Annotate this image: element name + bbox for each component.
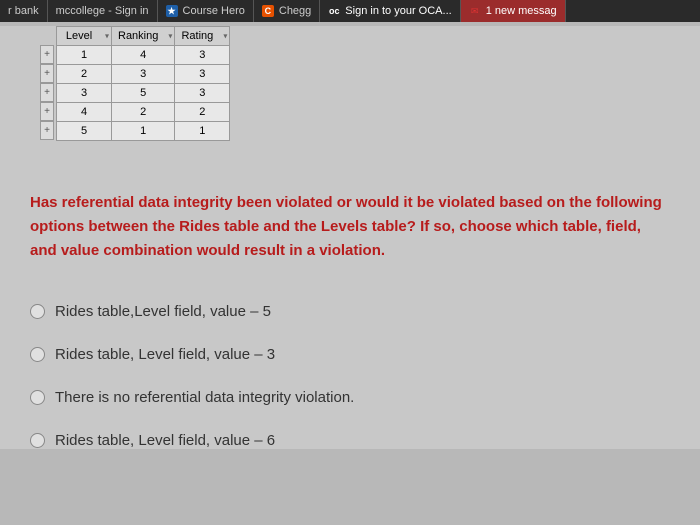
col-header-rating[interactable]: Rating ▾: [175, 27, 230, 46]
header-label: Ranking: [118, 30, 158, 42]
option-label: Rides table,Level field, value – 5: [55, 303, 271, 320]
tab-label: r bank: [8, 5, 39, 17]
cell-ranking: 4: [112, 46, 175, 65]
coursehero-icon: ★: [166, 5, 178, 17]
tab-label: Sign in to your OCA...: [345, 5, 451, 17]
tab-bank[interactable]: r bank: [0, 0, 48, 22]
header-label: Level: [66, 30, 92, 42]
option-label: Rides table, Level field, value – 6: [55, 432, 275, 449]
option-1[interactable]: Rides table,Level field, value – 5: [30, 303, 670, 320]
cell-rating: 2: [175, 103, 230, 122]
table-row: 2 3 3: [57, 65, 230, 84]
table-header-row: Level ▾ Ranking ▾ Rating ▾: [57, 27, 230, 46]
row-expand-column: + + + + +: [40, 26, 54, 141]
radio-icon[interactable]: [30, 347, 45, 362]
oca-icon: oc: [328, 5, 340, 17]
cell-level: 2: [57, 65, 112, 84]
cell-rating: 3: [175, 65, 230, 84]
radio-icon[interactable]: [30, 390, 45, 405]
col-header-ranking[interactable]: Ranking ▾: [112, 27, 175, 46]
dropdown-icon[interactable]: ▾: [168, 32, 172, 41]
page-content: + + + + + Level ▾ Ranking ▾ Rating ▾: [0, 26, 700, 449]
expand-icon[interactable]: +: [40, 102, 54, 121]
cell-rating: 3: [175, 84, 230, 103]
browser-tab-bar: r bank mccollege - Sign in ★ Course Hero…: [0, 0, 700, 22]
cell-ranking: 2: [112, 103, 175, 122]
expand-icon[interactable]: +: [40, 45, 54, 64]
cell-ranking: 3: [112, 65, 175, 84]
message-icon: ✉: [469, 5, 481, 17]
table-row: 4 2 2: [57, 103, 230, 122]
cell-level: 5: [57, 122, 112, 141]
tab-coursehero[interactable]: ★ Course Hero: [158, 0, 254, 22]
option-4[interactable]: Rides table, Level field, value – 6: [30, 432, 670, 449]
cell-level: 3: [57, 84, 112, 103]
cell-rating: 1: [175, 122, 230, 141]
cell-ranking: 5: [112, 84, 175, 103]
cell-rating: 3: [175, 46, 230, 65]
tab-label: mccollege - Sign in: [56, 5, 149, 17]
tab-oca[interactable]: oc Sign in to your OCA...: [320, 0, 460, 22]
tab-message[interactable]: ✉ 1 new messag: [461, 0, 566, 22]
expand-icon[interactable]: +: [40, 64, 54, 83]
tab-chegg[interactable]: C Chegg: [254, 0, 320, 22]
radio-icon[interactable]: [30, 304, 45, 319]
expand-icon[interactable]: +: [40, 121, 54, 140]
question-text: Has referential data integrity been viol…: [30, 191, 670, 263]
table-row: 5 1 1: [57, 122, 230, 141]
dropdown-icon[interactable]: ▾: [105, 32, 109, 41]
option-2[interactable]: Rides table, Level field, value – 3: [30, 346, 670, 363]
tab-label: Course Hero: [183, 5, 245, 17]
table-row: 1 4 3: [57, 46, 230, 65]
cell-level: 4: [57, 103, 112, 122]
tab-mccollege[interactable]: mccollege - Sign in: [48, 0, 158, 22]
tab-label: Chegg: [279, 5, 311, 17]
col-header-level[interactable]: Level ▾: [57, 27, 112, 46]
answer-options: Rides table,Level field, value – 5 Rides…: [30, 303, 670, 449]
expand-icon[interactable]: +: [40, 83, 54, 102]
cell-ranking: 1: [112, 122, 175, 141]
radio-icon[interactable]: [30, 433, 45, 448]
dropdown-icon[interactable]: ▾: [223, 32, 227, 41]
tab-label: 1 new messag: [486, 5, 557, 17]
header-label: Rating: [181, 30, 213, 42]
option-label: There is no referential data integrity v…: [55, 389, 354, 406]
chegg-icon: C: [262, 5, 274, 17]
cell-level: 1: [57, 46, 112, 65]
option-label: Rides table, Level field, value – 3: [55, 346, 275, 363]
table-row: 3 5 3: [57, 84, 230, 103]
levels-table-wrap: + + + + + Level ▾ Ranking ▾ Rating ▾: [40, 26, 700, 141]
option-3[interactable]: There is no referential data integrity v…: [30, 389, 670, 406]
levels-table: Level ▾ Ranking ▾ Rating ▾ 1 4 3 2 3: [56, 26, 230, 141]
